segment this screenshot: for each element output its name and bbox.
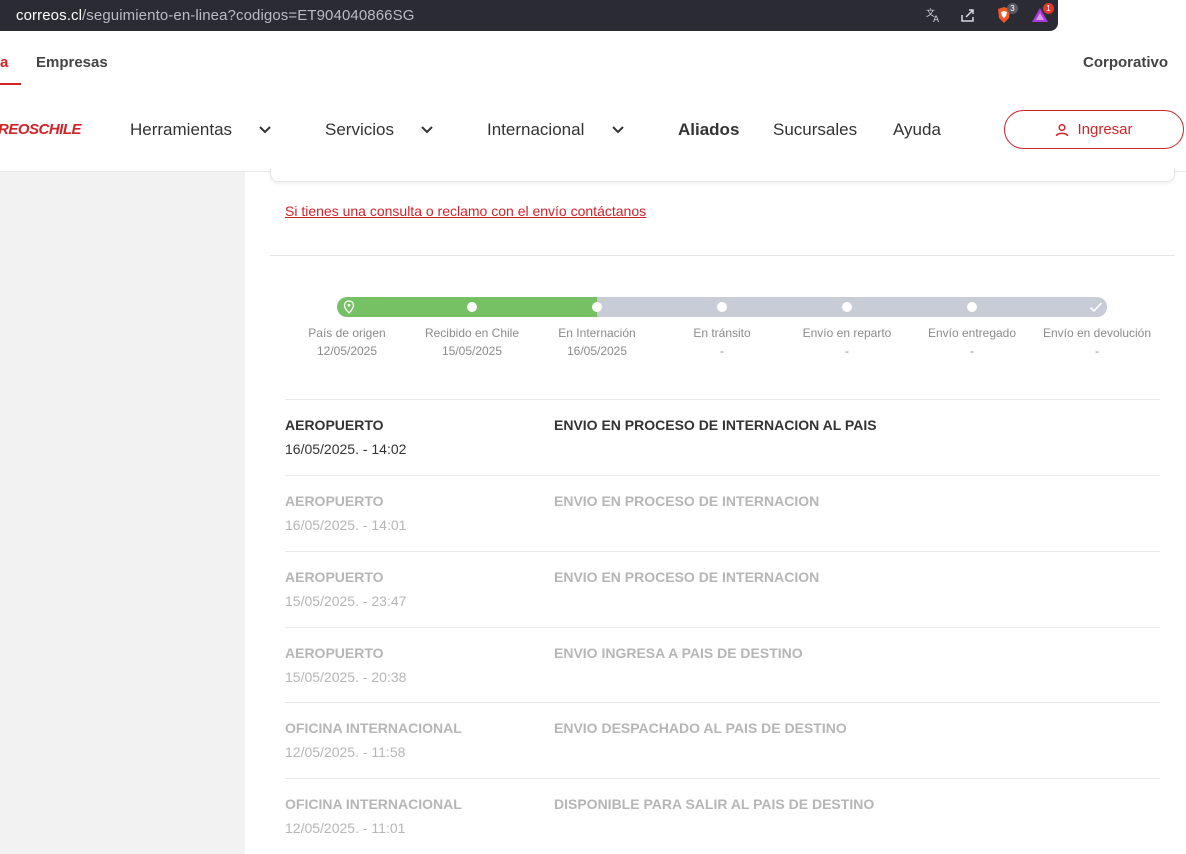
event-description: ENVIO EN PROCESO DE INTERNACION	[554, 569, 820, 585]
step-dot	[842, 302, 852, 312]
event-description: DISPONIBLE PARA SALIR AL PAIS DE DESTINO	[554, 796, 875, 812]
contact-link[interactable]: Si tienes una consulta o reclamo con el …	[285, 203, 646, 219]
event-description: ENVIO EN PROCESO DE INTERNACION	[554, 493, 820, 509]
step-envio-entregado: Envío entregado -	[927, 326, 1017, 358]
top-strip: a Empresas Corporativo	[0, 36, 1186, 86]
event-date: 15/05/2025. - 23:47	[285, 593, 407, 609]
event-date: 12/05/2025. - 11:01	[285, 820, 406, 836]
main-navigation: REOSCHILE Herramientas Servicios Interna…	[0, 86, 1186, 172]
search-card-bottom-edge	[270, 168, 1175, 182]
nav-internacional[interactable]: Internacional	[487, 120, 584, 140]
tracking-event-row: OFICINA INTERNACIONAL 12/05/2025. - 11:0…	[285, 778, 1160, 854]
event-date: 16/05/2025. - 14:02	[285, 441, 407, 457]
event-date: 15/05/2025. - 20:38	[285, 669, 407, 685]
nav-sucursales[interactable]: Sucursales	[773, 120, 857, 140]
browser-address-bar: correos.cl/seguimiento-en-linea?codigos=…	[0, 0, 1186, 36]
translate-icon[interactable]: 文A	[924, 6, 944, 26]
event-description: ENVIO INGRESA A PAIS DE DESTINO	[554, 645, 803, 661]
event-description: ENVIO EN PROCESO DE INTERNACION AL PAIS	[554, 417, 877, 433]
tracking-event-row: OFICINA INTERNACIONAL 12/05/2025. - 11:5…	[285, 702, 1160, 778]
ingresar-button[interactable]: Ingresar	[1004, 110, 1184, 149]
step-recibido-chile: Recibido en Chile 15/05/2025	[424, 326, 520, 358]
nav-aliados[interactable]: Aliados	[678, 120, 739, 140]
brave-badge: 3	[1007, 3, 1018, 14]
tab-personas-partial[interactable]: a	[0, 54, 8, 71]
correos-chile-logo[interactable]: REOSCHILE	[0, 121, 82, 138]
tracking-event-row: AEROPUERTO 16/05/2025. - 14:01 ENVIO EN …	[285, 475, 1160, 551]
chevron-down-icon[interactable]	[419, 122, 435, 138]
event-place: OFICINA INTERNACIONAL	[285, 720, 462, 736]
share-icon[interactable]	[958, 6, 978, 26]
left-sidebar-panel	[0, 172, 245, 854]
active-tab-underline	[0, 83, 21, 85]
step-dot	[592, 302, 602, 312]
event-date: 12/05/2025. - 11:58	[285, 744, 406, 760]
ingresar-label: Ingresar	[1077, 121, 1133, 138]
event-date: 16/05/2025. - 14:01	[285, 517, 407, 533]
step-envio-devolucion: Envío en devolución -	[1042, 326, 1152, 358]
check-icon	[1089, 302, 1103, 313]
step-en-internacion: En Internación 16/05/2025	[558, 326, 636, 358]
url-text[interactable]: correos.cl/seguimiento-en-linea?codigos=…	[16, 7, 414, 24]
brave-rewards-icon[interactable]: 1	[1030, 3, 1054, 26]
url-bar[interactable]: correos.cl/seguimiento-en-linea?codigos=…	[0, 0, 1058, 31]
nav-servicios[interactable]: Servicios	[325, 120, 394, 140]
chevron-down-icon[interactable]	[257, 122, 273, 138]
event-description: ENVIO DESPACHADO AL PAIS DE DESTINO	[554, 720, 847, 736]
step-envio-reparto: Envío en reparto -	[802, 326, 892, 358]
event-place: AEROPUERTO	[285, 569, 384, 585]
step-dot	[467, 302, 477, 312]
step-dot	[717, 302, 727, 312]
nav-ayuda[interactable]: Ayuda	[893, 120, 941, 140]
step-en-transito: En tránsito -	[693, 326, 751, 358]
svg-text:A: A	[933, 15, 940, 24]
nav-herramientas[interactable]: Herramientas	[130, 120, 232, 140]
event-place: OFICINA INTERNACIONAL	[285, 796, 462, 812]
location-pin-icon	[343, 300, 355, 314]
tracking-event-row: AEROPUERTO 16/05/2025. - 14:02 ENVIO EN …	[285, 399, 1160, 475]
tracking-event-row: AEROPUERTO 15/05/2025. - 23:47 ENVIO EN …	[285, 551, 1160, 627]
tracking-event-row: AEROPUERTO 15/05/2025. - 20:38 ENVIO ING…	[285, 627, 1160, 703]
user-icon	[1056, 123, 1069, 136]
rewards-badge: 1	[1043, 3, 1054, 14]
tab-empresas[interactable]: Empresas	[36, 54, 108, 71]
chevron-down-icon[interactable]	[610, 122, 626, 138]
divider	[270, 255, 1175, 256]
corporativo-link[interactable]: Corporativo	[1083, 54, 1168, 71]
step-dot	[967, 302, 977, 312]
brave-shield-icon[interactable]: 3	[994, 3, 1018, 26]
event-place: AEROPUERTO	[285, 493, 384, 509]
event-place: AEROPUERTO	[285, 645, 384, 661]
event-place: AEROPUERTO	[285, 417, 384, 433]
step-pais-origen: País de origen 12/05/2025	[308, 326, 386, 358]
